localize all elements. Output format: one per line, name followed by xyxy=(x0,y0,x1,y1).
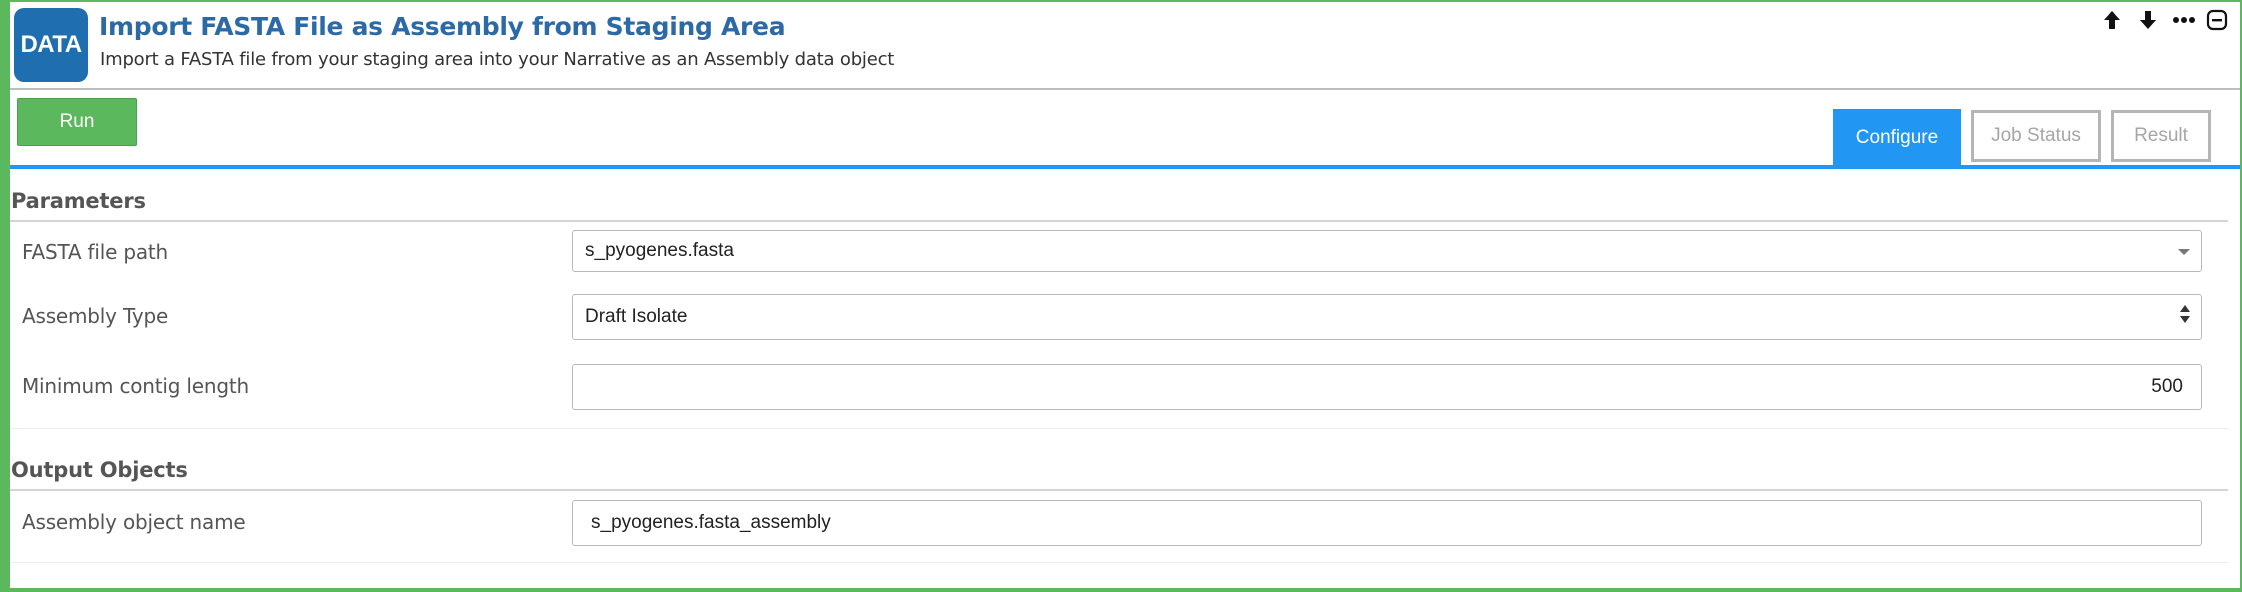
tab-result[interactable]: Result xyxy=(2111,110,2211,162)
fasta-file-path-value: s_pyogenes.fasta xyxy=(585,240,734,261)
data-badge-icon: DATA xyxy=(14,8,88,82)
fasta-file-path-select[interactable]: s_pyogenes.fasta xyxy=(572,230,2202,272)
outputs-end-divider xyxy=(10,562,2228,563)
app-cell: DATA Import FASTA File as Assembly from … xyxy=(0,0,2242,592)
sort-arrows-icon xyxy=(2179,304,2191,330)
output-objects-divider xyxy=(10,489,2228,491)
assembly-type-label: Assembly Type xyxy=(22,304,169,328)
assembly-object-name-value: s_pyogenes.fasta_assembly xyxy=(591,512,831,533)
parameters-heading: Parameters xyxy=(11,189,146,213)
app-subtitle: Import a FASTA file from your staging ar… xyxy=(100,49,895,70)
minimum-contig-length-value: 500 xyxy=(2151,376,2183,397)
arrow-up-icon[interactable] xyxy=(2098,6,2126,34)
cell-header: DATA Import FASTA File as Assembly from … xyxy=(10,2,2240,88)
run-button[interactable]: Run xyxy=(17,98,137,146)
arrow-down-icon[interactable] xyxy=(2134,6,2162,34)
collapse-icon[interactable] xyxy=(2203,6,2231,34)
assembly-type-select[interactable]: Draft Isolate xyxy=(572,294,2202,340)
assembly-type-value: Draft Isolate xyxy=(585,306,688,327)
assembly-object-name-label: Assembly object name xyxy=(22,510,246,534)
more-icon[interactable] xyxy=(2170,6,2198,34)
fasta-file-path-label: FASTA file path xyxy=(22,240,169,264)
caret-down-icon xyxy=(2177,240,2191,262)
minimum-contig-length-label: Minimum contig length xyxy=(22,374,249,398)
parameters-end-divider xyxy=(10,428,2228,429)
cell-toolbar: Run Configure Job Status Result xyxy=(10,90,2240,168)
tab-configure[interactable]: Configure xyxy=(1833,109,1961,166)
assembly-object-name-input[interactable]: s_pyogenes.fasta_assembly xyxy=(572,500,2202,546)
tab-underline xyxy=(10,165,2240,169)
minimum-contig-length-input[interactable]: 500 xyxy=(572,364,2202,410)
tab-job-status[interactable]: Job Status xyxy=(1971,110,2101,162)
app-title: Import FASTA File as Assembly from Stagi… xyxy=(99,12,786,41)
parameters-divider xyxy=(10,220,2228,222)
output-objects-heading: Output Objects xyxy=(11,458,188,482)
